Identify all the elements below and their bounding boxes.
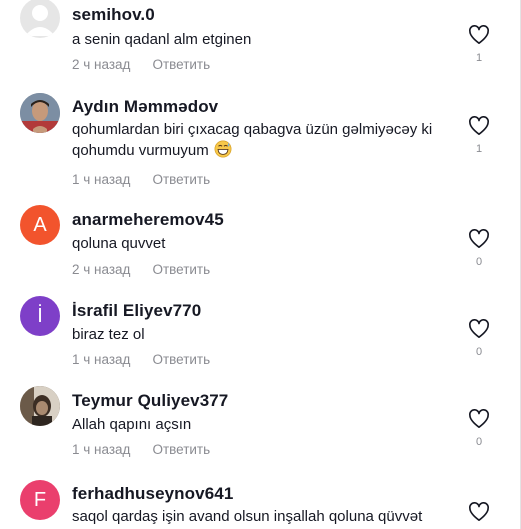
- grinning-sweat-emoji: [214, 140, 232, 158]
- reply-button[interactable]: Ответить: [152, 57, 210, 72]
- avatar[interactable]: [20, 386, 60, 426]
- like-count: 0: [475, 436, 483, 448]
- avatar-letter: F: [33, 488, 47, 511]
- comment-username[interactable]: İsrafil Eliyev770: [72, 301, 201, 321]
- comment-item: Aydın Məmmədov qohumlardan biri çıxacag …: [0, 90, 521, 205]
- comment-item: F ferhadhuseynov641 saqol qardaş işin av…: [0, 475, 521, 529]
- reply-button[interactable]: Ответить: [152, 172, 210, 187]
- avatar-letter: A: [33, 213, 47, 236]
- comment-text: Allah qapını açsın: [72, 416, 192, 433]
- default-avatar-icon: [25, 5, 55, 36]
- comment-time: 1 ч назад: [72, 442, 131, 457]
- avatar[interactable]: [20, 93, 60, 133]
- comment-meta: 1 ч назад Ответить: [72, 172, 210, 187]
- comment-time: 2 ч назад: [72, 57, 131, 72]
- comment-username[interactable]: Aydın Məmmədov: [72, 97, 218, 117]
- comment-item: A anarmeheremov45 qoluna quvvet 2 ч наза…: [0, 205, 521, 295]
- comment-meta: 2 ч назад Ответить: [72, 262, 210, 277]
- avatar[interactable]: [20, 0, 60, 38]
- like-count: 0: [475, 256, 483, 268]
- comment-text-content: qohumlardan biri çıxacag qabagva üzün gə…: [72, 121, 433, 159]
- like-count: 1: [475, 52, 483, 64]
- reply-button[interactable]: Ответить: [152, 262, 210, 277]
- avatar[interactable]: F: [20, 480, 60, 520]
- comment-text: a senin qadanl alm etginen: [72, 31, 252, 48]
- reply-button[interactable]: Ответить: [152, 352, 210, 367]
- avatar[interactable]: İ: [20, 296, 60, 336]
- comment-item: İ İsrafil Eliyev770 biraz tez ol 1 ч наз…: [0, 295, 521, 385]
- heart-icon[interactable]: [468, 409, 490, 429]
- heart-icon[interactable]: [468, 229, 490, 249]
- heart-icon[interactable]: [468, 502, 490, 522]
- comment-username[interactable]: ferhadhuseynov641: [72, 484, 233, 504]
- comment-meta: 2 ч назад Ответить: [72, 57, 210, 72]
- comment-time: 2 ч назад: [72, 262, 131, 277]
- comment-meta: 1 ч назад Ответить: [72, 442, 210, 457]
- like-count: 1: [475, 143, 483, 155]
- comment-text: qoluna quvvet: [72, 235, 166, 252]
- comment-username[interactable]: Teymur Quliyev377: [72, 391, 228, 411]
- comment-text: saqol qardaş işin avand olsun inşallah q…: [72, 508, 423, 525]
- comment-time: 1 ч назад: [72, 172, 131, 187]
- user-photo-avatar: [20, 93, 60, 133]
- heart-icon[interactable]: [468, 116, 490, 136]
- comment-item: Teymur Quliyev377 Allah qapını açsın 1 ч…: [0, 385, 521, 475]
- avatar-letter: İ: [37, 304, 43, 327]
- like-count: 0: [475, 346, 483, 358]
- comment-item: semihov.0 a senin qadanl alm etginen 2 ч…: [0, 0, 521, 90]
- comment-meta: 1 ч назад Ответить: [72, 352, 210, 367]
- heart-icon[interactable]: [468, 25, 490, 45]
- heart-icon[interactable]: [468, 319, 490, 339]
- avatar[interactable]: A: [20, 205, 60, 245]
- comment-text: qohumlardan biri çıxacag qabagva üzün gə…: [72, 119, 442, 161]
- comment-username[interactable]: anarmeheremov45: [72, 210, 224, 230]
- user-photo-avatar: [20, 386, 60, 426]
- comment-text: biraz tez ol: [72, 326, 145, 343]
- comment-time: 1 ч назад: [72, 352, 131, 367]
- reply-button[interactable]: Ответить: [152, 442, 210, 457]
- comment-username[interactable]: semihov.0: [72, 5, 155, 25]
